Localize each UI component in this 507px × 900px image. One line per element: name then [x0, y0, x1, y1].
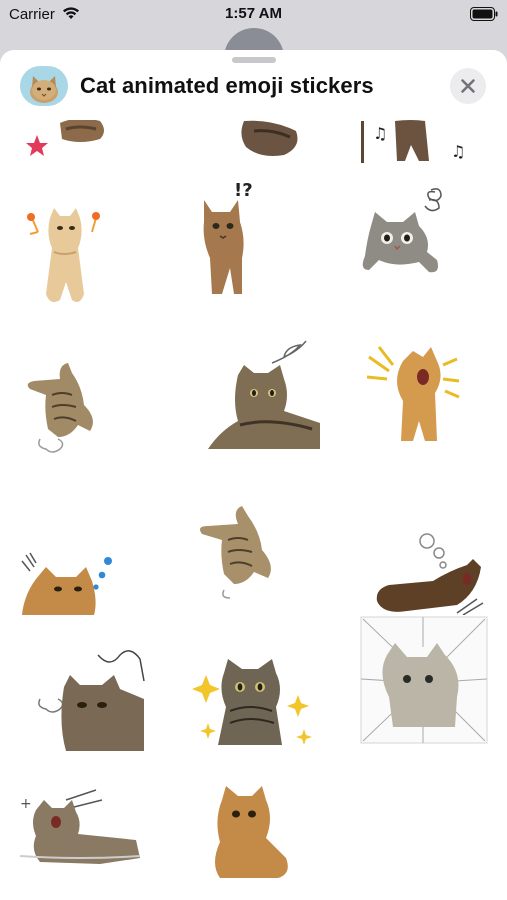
close-button[interactable] — [450, 68, 486, 104]
sticker-cat-red-star-partial[interactable] — [0, 120, 150, 175]
battery-icon — [470, 7, 498, 26]
sticker-cat-orange-sweat-drops[interactable] — [0, 475, 150, 615]
sticker-cat-tabby-sparkles[interactable] — [180, 615, 330, 755]
sticker-cat-shocked-speed-lines[interactable] — [345, 615, 495, 755]
sticker-cat-rolling-tabby[interactable] — [0, 325, 150, 465]
sticker-sheet: Cat animated emoji stickers ♫ ♫ !? + — [0, 50, 507, 900]
svg-text:♫: ♫ — [373, 124, 387, 143]
sticker-cat-yawning-thought-bubbles[interactable] — [345, 475, 495, 615]
svg-text:!?: !? — [234, 182, 253, 201]
sticker-grid: ♫ ♫ !? + — [0, 120, 507, 900]
sticker-cat-grumpy-puff[interactable] — [30, 615, 180, 755]
sheet-title: Cat animated emoji stickers — [80, 73, 374, 98]
sticker-cat-lying-tabby-scribble[interactable] — [180, 325, 330, 465]
clock: 1:57 AM — [225, 5, 282, 22]
sticker-cat-rolling-tabby-puff[interactable] — [180, 460, 330, 600]
cat-app-icon — [20, 66, 68, 106]
sticker-cat-orange-yelling[interactable] — [345, 325, 495, 465]
sticker-cat-standing-sparkles[interactable] — [0, 182, 150, 322]
sticker-cat-music-notes-partial[interactable]: ♫ ♫ — [345, 120, 495, 175]
sheet-header: Cat animated emoji stickers — [0, 64, 507, 108]
sheet-grabber[interactable] — [232, 57, 276, 63]
sticker-cat-curled-partial[interactable] — [180, 120, 330, 175]
status-bar: Carrier 1:57 AM — [0, 0, 507, 30]
sticker-cat-peeking-swirl[interactable] — [345, 182, 495, 322]
close-icon — [461, 79, 475, 93]
svg-text:♫: ♫ — [451, 142, 465, 161]
sticker-cat-orange-nervous-sweat[interactable] — [180, 760, 330, 900]
sticker-cat-lying-yawn-wind[interactable]: + — [0, 760, 150, 900]
svg-text:+: + — [20, 796, 32, 812]
sticker-cat-confused-exclamation-question[interactable]: !? — [180, 182, 330, 322]
